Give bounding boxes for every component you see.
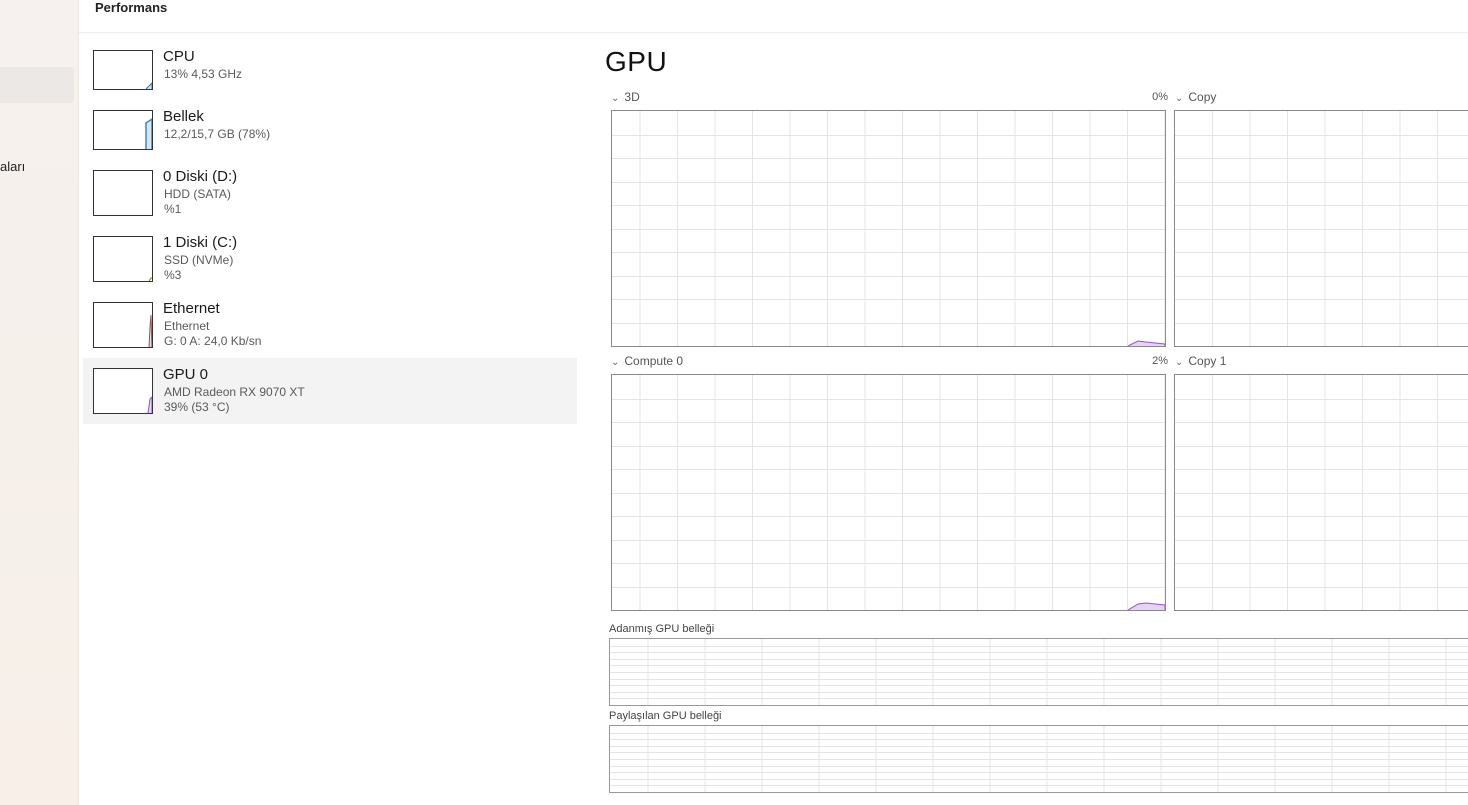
device-name: 1 Diski (C:) [163, 234, 238, 251]
shared-memory-graph [609, 725, 1468, 793]
page-title: Performans [95, 0, 168, 15]
device-detail: Ethernet [164, 319, 210, 333]
disk-c-thumbnail-graph [93, 236, 153, 282]
graph-label: 3D [624, 90, 640, 104]
graph-label: Copy [1188, 90, 1217, 104]
shared-memory-label: Paylaşılan GPU belleği [609, 710, 722, 722]
graph-selector-compute0[interactable]: ⌄ Compute 0 [611, 354, 683, 368]
device-name: CPU [163, 48, 195, 65]
ethernet-thumbnail-graph [93, 302, 153, 348]
memory-thumbnail-graph [93, 110, 153, 150]
device-name: Ethernet [163, 300, 220, 317]
dedicated-memory-graph [609, 638, 1468, 706]
gpu-thumbnail-graph [93, 368, 153, 414]
graph-selector-3d[interactable]: ⌄ 3D [611, 90, 640, 104]
device-item-gpu0[interactable]: GPU 0 AMD Radeon RX 9070 XT 39% (53 °C) [83, 358, 577, 424]
device-name: GPU 0 [163, 366, 209, 383]
device-usage: %1 [164, 202, 182, 216]
device-detail: SSD (NVMe) [164, 253, 234, 267]
grid-lines [610, 639, 1468, 705]
graph-label: Copy 1 [1188, 354, 1227, 368]
device-item-memory[interactable]: Bellek 12,2/15,7 GB (78%) [83, 102, 577, 168]
device-detail: 12,2/15,7 GB (78%) [164, 127, 271, 141]
graph-percent: 0% [1152, 91, 1168, 103]
disk-d-thumbnail-graph [93, 170, 153, 216]
graph-3d [611, 110, 1166, 347]
device-detail: HDD (SATA) [164, 187, 231, 201]
dedicated-memory-label: Adanmış GPU belleği [609, 623, 715, 635]
nav-pane: aları [0, 0, 79, 805]
chevron-down-icon: ⌄ [1175, 357, 1184, 368]
chevron-down-icon: ⌄ [611, 93, 620, 104]
panel-title: GPU [605, 46, 668, 77]
graph-compute0 [611, 374, 1166, 611]
chevron-down-icon: ⌄ [611, 357, 620, 368]
graph-label: Compute 0 [624, 354, 684, 368]
graph-percent: 2% [1152, 355, 1168, 367]
chevron-down-icon: ⌄ [1175, 93, 1184, 104]
device-usage: 39% (53 °C) [164, 400, 230, 414]
grid-lines [1175, 375, 1468, 610]
nav-item-performance[interactable] [0, 67, 74, 103]
device-item-ethernet[interactable]: Ethernet Ethernet G: 0 A: 24,0 Kb/sn [83, 294, 577, 360]
device-usage: %3 [164, 268, 182, 282]
device-item-disk-c[interactable]: 1 Diski (C:) SSD (NVMe) %3 [83, 228, 577, 294]
grid-lines [1175, 111, 1468, 346]
page-header: Performans [79, 0, 1468, 33]
device-item-disk-d[interactable]: 0 Diski (D:) HDD (SATA) %1 [83, 162, 577, 228]
nav-item-label[interactable]: aları [0, 159, 25, 174]
device-name: Bellek [163, 108, 204, 125]
graph-selector-copy1[interactable]: ⌄ Copy 1 [1175, 354, 1226, 368]
grid-lines [610, 726, 1468, 792]
device-item-cpu[interactable]: CPU 13% 4,53 GHz [83, 42, 577, 108]
device-throughput: G: 0 A: 24,0 Kb/sn [164, 334, 262, 348]
device-detail: AMD Radeon RX 9070 XT [164, 385, 305, 399]
device-detail: 13% 4,53 GHz [164, 67, 243, 81]
cpu-thumbnail-graph [93, 50, 153, 90]
device-name: 0 Diski (D:) [163, 168, 238, 185]
graph-copy1 [1174, 374, 1468, 611]
graph-copy [1174, 110, 1468, 347]
graph-selector-copy[interactable]: ⌄ Copy [1175, 90, 1216, 104]
